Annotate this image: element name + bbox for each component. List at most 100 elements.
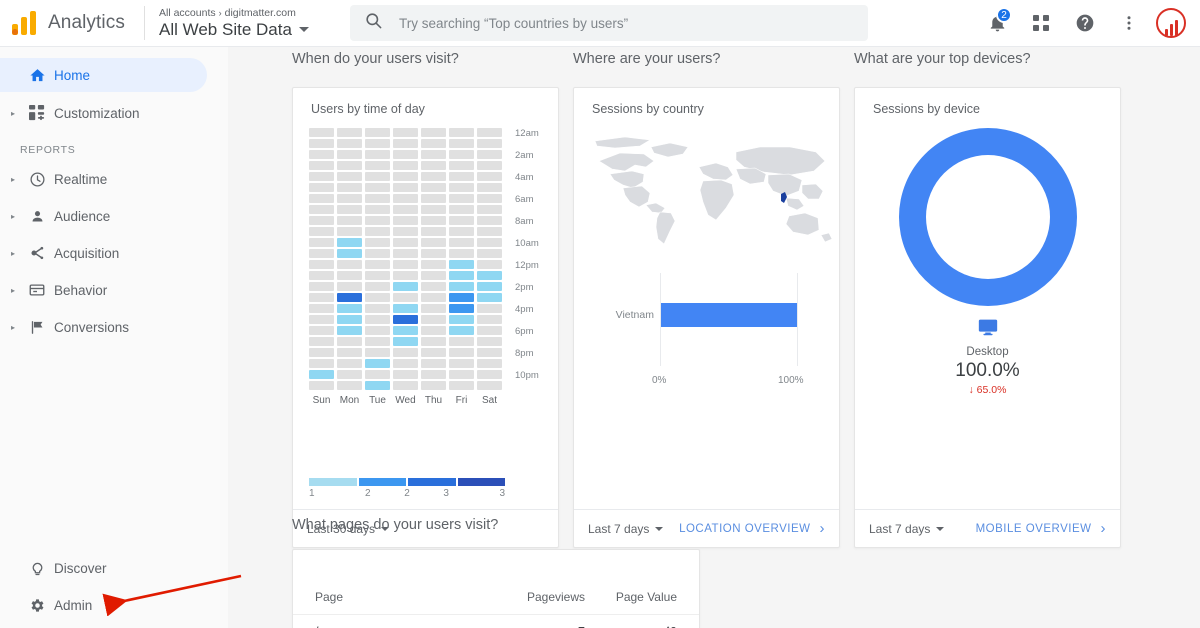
- heatmap-cell[interactable]: [365, 161, 390, 170]
- heatmap-cell[interactable]: [477, 139, 502, 148]
- sidebar-item-discover[interactable]: Discover: [0, 551, 228, 585]
- heatmap-cell[interactable]: [477, 150, 502, 159]
- heatmap-cell[interactable]: [477, 370, 502, 379]
- heatmap-cell[interactable]: [337, 128, 362, 137]
- heatmap-cell[interactable]: [337, 238, 362, 247]
- heatmap-cell[interactable]: [393, 172, 418, 181]
- heatmap-cell[interactable]: [337, 194, 362, 203]
- heatmap-cell[interactable]: [393, 183, 418, 192]
- heatmap-cell[interactable]: [477, 161, 502, 170]
- heatmap-cell[interactable]: [337, 381, 362, 390]
- heatmap-cell[interactable]: [449, 348, 474, 357]
- heatmap-cell[interactable]: [393, 282, 418, 291]
- heatmap-cell[interactable]: [337, 216, 362, 225]
- heatmap-cell[interactable]: [449, 315, 474, 324]
- heatmap-cell[interactable]: [421, 304, 446, 313]
- brand[interactable]: Analytics: [0, 11, 140, 35]
- heatmap-cell[interactable]: [365, 326, 390, 335]
- heatmap-cell[interactable]: [309, 293, 334, 302]
- heatmap-cell[interactable]: [393, 260, 418, 269]
- heatmap-cell[interactable]: [449, 370, 474, 379]
- heatmap-cell[interactable]: [421, 205, 446, 214]
- heatmap-cell[interactable]: [449, 194, 474, 203]
- heatmap-cell[interactable]: [337, 326, 362, 335]
- heatmap-cell[interactable]: [421, 282, 446, 291]
- heatmap-cell[interactable]: [365, 172, 390, 181]
- heatmap-cell[interactable]: [393, 370, 418, 379]
- heatmap-cell[interactable]: [477, 227, 502, 236]
- heatmap-cell[interactable]: [365, 381, 390, 390]
- heatmap-cell[interactable]: [421, 293, 446, 302]
- heatmap-cell[interactable]: [477, 326, 502, 335]
- heatmap-cell[interactable]: [449, 183, 474, 192]
- heatmap-cell[interactable]: [309, 271, 334, 280]
- heatmap-cell[interactable]: [365, 282, 390, 291]
- heatmap-cell[interactable]: [421, 326, 446, 335]
- heatmap-cell[interactable]: [365, 183, 390, 192]
- heatmap-cell[interactable]: [309, 205, 334, 214]
- heatmap-cell[interactable]: [365, 128, 390, 137]
- heatmap-cell[interactable]: [365, 370, 390, 379]
- date-range-selector[interactable]: Last 7 days: [588, 522, 664, 536]
- heatmap-cell[interactable]: [309, 348, 334, 357]
- view-selector[interactable]: All Web Site Data: [159, 20, 334, 40]
- heatmap-cell[interactable]: [449, 359, 474, 368]
- heatmap-cell[interactable]: [365, 205, 390, 214]
- mobile-overview-link[interactable]: MOBILE OVERVIEW ›: [976, 521, 1106, 536]
- sidebar-item-home[interactable]: Home: [0, 58, 207, 92]
- heatmap-cell[interactable]: [337, 348, 362, 357]
- expand-arrow[interactable]: ▸: [6, 212, 20, 221]
- heatmap-cell[interactable]: [393, 150, 418, 159]
- heatmap-cell[interactable]: [393, 227, 418, 236]
- heatmap-cell[interactable]: [449, 293, 474, 302]
- location-overview-link[interactable]: LOCATION OVERVIEW ›: [679, 521, 825, 536]
- heatmap-cell[interactable]: [477, 359, 502, 368]
- heatmap-cell[interactable]: [421, 370, 446, 379]
- sidebar-item-admin[interactable]: Admin: [0, 588, 228, 622]
- heatmap-cell[interactable]: [337, 183, 362, 192]
- heatmap-cell[interactable]: [309, 216, 334, 225]
- heatmap-cell[interactable]: [337, 205, 362, 214]
- heatmap-cell[interactable]: [365, 337, 390, 346]
- heatmap-cell[interactable]: [449, 216, 474, 225]
- heatmap-cell[interactable]: [365, 249, 390, 258]
- notifications-button[interactable]: 2: [980, 6, 1014, 40]
- heatmap-cell[interactable]: [477, 304, 502, 313]
- heatmap-cell[interactable]: [365, 238, 390, 247]
- heatmap-cell[interactable]: [309, 304, 334, 313]
- heatmap-cell[interactable]: [309, 161, 334, 170]
- heatmap-cell[interactable]: [309, 381, 334, 390]
- heatmap-cell[interactable]: [421, 359, 446, 368]
- heatmap-cell[interactable]: [449, 271, 474, 280]
- heatmap-cell[interactable]: [365, 150, 390, 159]
- heatmap-cell[interactable]: [393, 348, 418, 357]
- sidebar-item-behavior[interactable]: ▸ Behavior: [0, 273, 228, 307]
- heatmap-cell[interactable]: [337, 150, 362, 159]
- heatmap-cell[interactable]: [393, 205, 418, 214]
- heatmap-cell[interactable]: [421, 315, 446, 324]
- heatmap-cell[interactable]: [309, 227, 334, 236]
- help-circle-icon[interactable]: [1068, 6, 1102, 40]
- expand-arrow[interactable]: ▸: [6, 109, 20, 118]
- heatmap-cell[interactable]: [393, 139, 418, 148]
- heatmap-cell[interactable]: [393, 359, 418, 368]
- heatmap-cell[interactable]: [309, 370, 334, 379]
- heatmap-cell[interactable]: [337, 337, 362, 346]
- heatmap-cell[interactable]: [421, 161, 446, 170]
- heatmap-cell[interactable]: [477, 128, 502, 137]
- table-row[interactable]: / 7 ₫0: [293, 614, 699, 628]
- heatmap-cell[interactable]: [309, 326, 334, 335]
- heatmap-cell[interactable]: [365, 271, 390, 280]
- heatmap-cell[interactable]: [421, 348, 446, 357]
- expand-arrow[interactable]: ▸: [6, 286, 20, 295]
- expand-arrow[interactable]: ▸: [6, 323, 20, 332]
- heatmap-cell[interactable]: [365, 315, 390, 324]
- sidebar-item-acquisition[interactable]: ▸ Acquisition: [0, 236, 228, 270]
- heatmap-cell[interactable]: [449, 249, 474, 258]
- heatmap-cell[interactable]: [449, 139, 474, 148]
- heatmap-cell[interactable]: [477, 271, 502, 280]
- heatmap-cell[interactable]: [421, 216, 446, 225]
- heatmap-cell[interactable]: [421, 183, 446, 192]
- heatmap-cell[interactable]: [477, 337, 502, 346]
- heatmap-cell[interactable]: [393, 381, 418, 390]
